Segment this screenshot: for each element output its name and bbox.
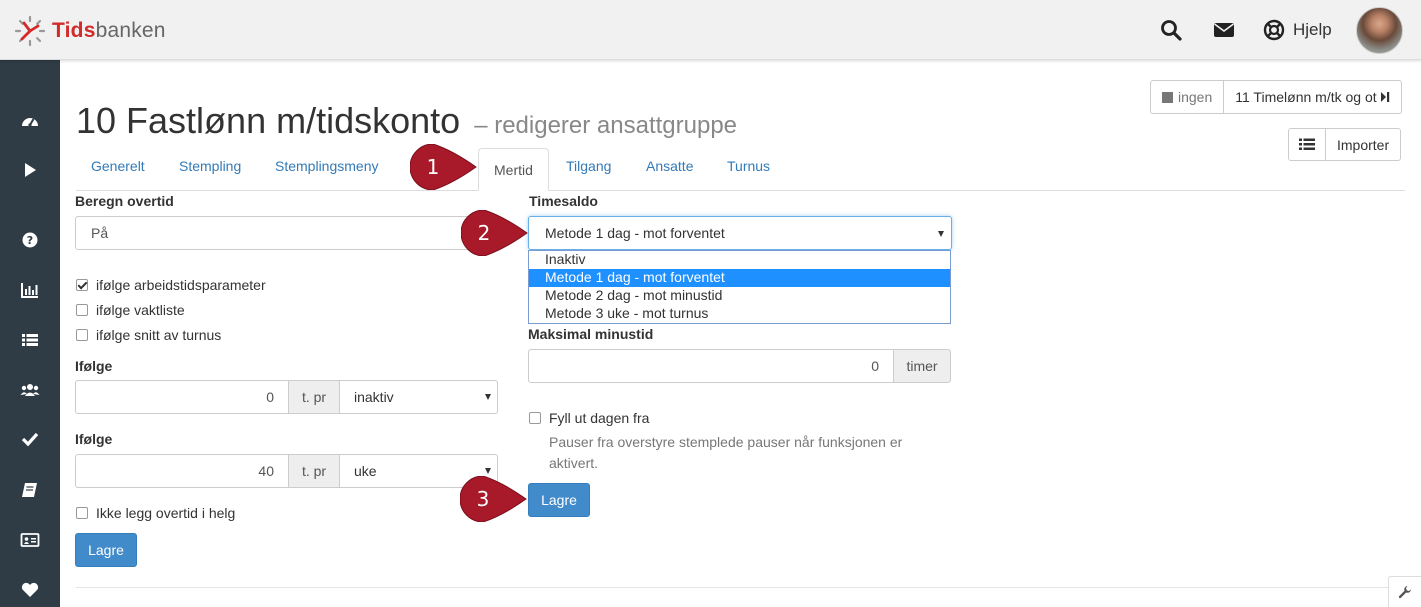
help-link[interactable]: Hjelp bbox=[1293, 20, 1332, 40]
maksimal-minustid-input[interactable]: 0 bbox=[528, 349, 894, 383]
checkbox-vaktliste[interactable]: ifølge vaktliste bbox=[76, 302, 185, 318]
dropdown-option-metode-2[interactable]: Metode 2 dag - mot minustid bbox=[529, 287, 950, 305]
checkbox-arbeidstidsparameter[interactable]: ifølge arbeidstidsparameter bbox=[76, 277, 266, 293]
dashboard-icon[interactable] bbox=[20, 112, 40, 132]
svg-text:?: ? bbox=[27, 234, 33, 247]
tab-stemplingsmeny[interactable]: Stemplingsmeny bbox=[275, 158, 379, 174]
checkbox-fyll-ut-dagen[interactable]: Fyll ut dagen fra bbox=[529, 410, 649, 426]
beregn-overtid-label: Beregn overtid bbox=[75, 193, 174, 209]
sidebar: ? bbox=[0, 60, 60, 607]
checkbox-snitt-turnus[interactable]: ifølge snitt av turnus bbox=[76, 327, 221, 343]
group-navigation: ingen 11 Timelønn m/tk og ot bbox=[1150, 80, 1402, 114]
logo-text: Tidsbanken bbox=[52, 19, 166, 43]
checkbox-unchecked[interactable] bbox=[76, 329, 88, 341]
main-content: 10 Fastlønn m/tidskonto – redigerer ansa… bbox=[60, 60, 1421, 607]
beregn-overtid-select[interactable]: På bbox=[75, 216, 499, 250]
callout-marker-1: 1 bbox=[410, 144, 510, 190]
callout-marker-2: 2 bbox=[461, 210, 561, 256]
checkbox-label: ifølge snitt av turnus bbox=[96, 327, 222, 343]
timesaldo-select[interactable]: Metode 1 dag - mot forventet bbox=[528, 216, 952, 250]
wrench-button[interactable] bbox=[1388, 576, 1421, 607]
chevron-down-icon bbox=[938, 231, 944, 237]
question-icon[interactable]: ? bbox=[20, 230, 40, 250]
chevron-down-icon bbox=[485, 394, 491, 400]
checkbox-label: Fyll ut dagen fra bbox=[549, 410, 650, 426]
checkbox-label: ifølge vaktliste bbox=[96, 302, 185, 318]
next-group-label: 11 Timelønn m/tk og ot bbox=[1235, 89, 1377, 105]
checkbox-unchecked[interactable] bbox=[76, 304, 88, 316]
checkbox-unchecked[interactable] bbox=[529, 412, 541, 424]
ifolge-hours-input-1[interactable]: 0 bbox=[75, 380, 289, 414]
bar-chart-icon[interactable] bbox=[20, 280, 40, 300]
stop-icon bbox=[1162, 91, 1173, 103]
id-card-icon[interactable] bbox=[20, 530, 40, 550]
chevron-down-icon bbox=[485, 468, 491, 474]
logo-icon bbox=[14, 15, 46, 47]
beregn-overtid-value: På bbox=[91, 225, 109, 241]
wrench-icon bbox=[1398, 586, 1411, 599]
tidsbanken-logo[interactable]: Tidsbanken bbox=[14, 15, 166, 47]
checkbox-unchecked[interactable] bbox=[76, 507, 88, 519]
ifolge-period-select-1[interactable]: inaktiv bbox=[339, 380, 498, 414]
ifolge-label-2: Ifølge bbox=[75, 431, 113, 447]
next-group-button[interactable]: 11 Timelønn m/tk og ot bbox=[1224, 81, 1400, 113]
tab-ansatte[interactable]: Ansatte bbox=[646, 158, 693, 174]
ifolge-hours-input-2[interactable]: 40 bbox=[75, 454, 289, 488]
user-avatar[interactable] bbox=[1356, 7, 1403, 54]
users-icon[interactable] bbox=[20, 380, 40, 400]
previous-group-button[interactable]: ingen bbox=[1151, 81, 1225, 113]
ifolge-unit-addon-2: t. pr bbox=[288, 454, 340, 488]
maksimal-minustid-label: Maksimal minustid bbox=[528, 326, 654, 342]
lifebuoy-icon[interactable] bbox=[1262, 18, 1286, 42]
top-navbar: Tidsbanken Hjelp bbox=[0, 0, 1421, 60]
tab-stempling[interactable]: Stempling bbox=[179, 158, 241, 174]
callout-number-1: 1 bbox=[426, 155, 440, 179]
callout-number-2: 2 bbox=[477, 221, 491, 245]
logo-text-red: Tids bbox=[52, 19, 96, 42]
tab-generelt[interactable]: Generelt bbox=[91, 158, 145, 174]
ifolge-label-1: Ifølge bbox=[75, 358, 113, 374]
tab-turnus[interactable]: Turnus bbox=[727, 158, 770, 174]
timesaldo-value: Metode 1 dag - mot forventet bbox=[545, 225, 725, 241]
checkbox-checked[interactable] bbox=[76, 279, 88, 291]
search-icon[interactable] bbox=[1159, 18, 1183, 42]
ifolge-period-value-1: inaktiv bbox=[354, 389, 394, 405]
maksimal-minustid-addon: timer bbox=[893, 349, 951, 383]
page-title: 10 Fastlønn m/tidskonto – redigerer ansa… bbox=[76, 100, 737, 142]
page-title-text: 10 Fastlønn m/tidskonto bbox=[76, 100, 461, 141]
ifolge-hours-value-1: 0 bbox=[266, 389, 274, 405]
timesaldo-label: Timesaldo bbox=[529, 193, 598, 209]
checkbox-label: Ikke legg overtid i helg bbox=[96, 505, 236, 521]
heart-icon[interactable] bbox=[20, 580, 40, 600]
help-text-line-2: aktivert. bbox=[549, 455, 599, 471]
maksimal-minustid-value: 0 bbox=[871, 358, 879, 374]
envelope-icon[interactable] bbox=[1212, 18, 1236, 42]
timesaldo-dropdown-list: Inaktiv Metode 1 dag - mot forventet Met… bbox=[528, 250, 951, 324]
checkbox-ikke-overtid-helg[interactable]: Ikke legg overtid i helg bbox=[76, 505, 235, 521]
help-text-line-1: Pauser fra overstyre stemplede pauser nå… bbox=[549, 434, 903, 450]
divider bbox=[76, 587, 1405, 588]
help-text: Pauser fra overstyre stemplede pauser nå… bbox=[549, 432, 902, 474]
save-button-left[interactable]: Lagre bbox=[75, 533, 137, 567]
skip-forward-icon bbox=[1380, 92, 1389, 102]
checkbox-label: ifølge arbeidstidsparameter bbox=[96, 277, 266, 293]
previous-group-label: ingen bbox=[1178, 89, 1213, 105]
ifolge-period-value-2: uke bbox=[354, 463, 377, 479]
tab-bar: Generelt Stempling Stemplingsmeny Mertid… bbox=[76, 148, 1405, 191]
callout-marker-3: 3 bbox=[460, 476, 560, 522]
ifolge-hours-value-2: 40 bbox=[258, 463, 274, 479]
dropdown-option-metode-3[interactable]: Metode 3 uke - mot turnus bbox=[529, 305, 950, 323]
dropdown-option-metode-1[interactable]: Metode 1 dag - mot forventet bbox=[529, 269, 950, 287]
page-subtitle: – redigerer ansattgruppe bbox=[474, 112, 738, 139]
list-icon[interactable] bbox=[20, 330, 40, 350]
logo-text-grey: banken bbox=[95, 19, 166, 42]
checkmark-icon[interactable] bbox=[20, 429, 40, 449]
callout-number-3: 3 bbox=[476, 487, 490, 511]
play-icon[interactable] bbox=[20, 160, 40, 180]
book-icon[interactable] bbox=[20, 480, 40, 500]
dropdown-option-inaktiv[interactable]: Inaktiv bbox=[529, 251, 950, 269]
ifolge-unit-addon-1: t. pr bbox=[288, 380, 340, 414]
tab-tilgang[interactable]: Tilgang bbox=[566, 158, 611, 174]
